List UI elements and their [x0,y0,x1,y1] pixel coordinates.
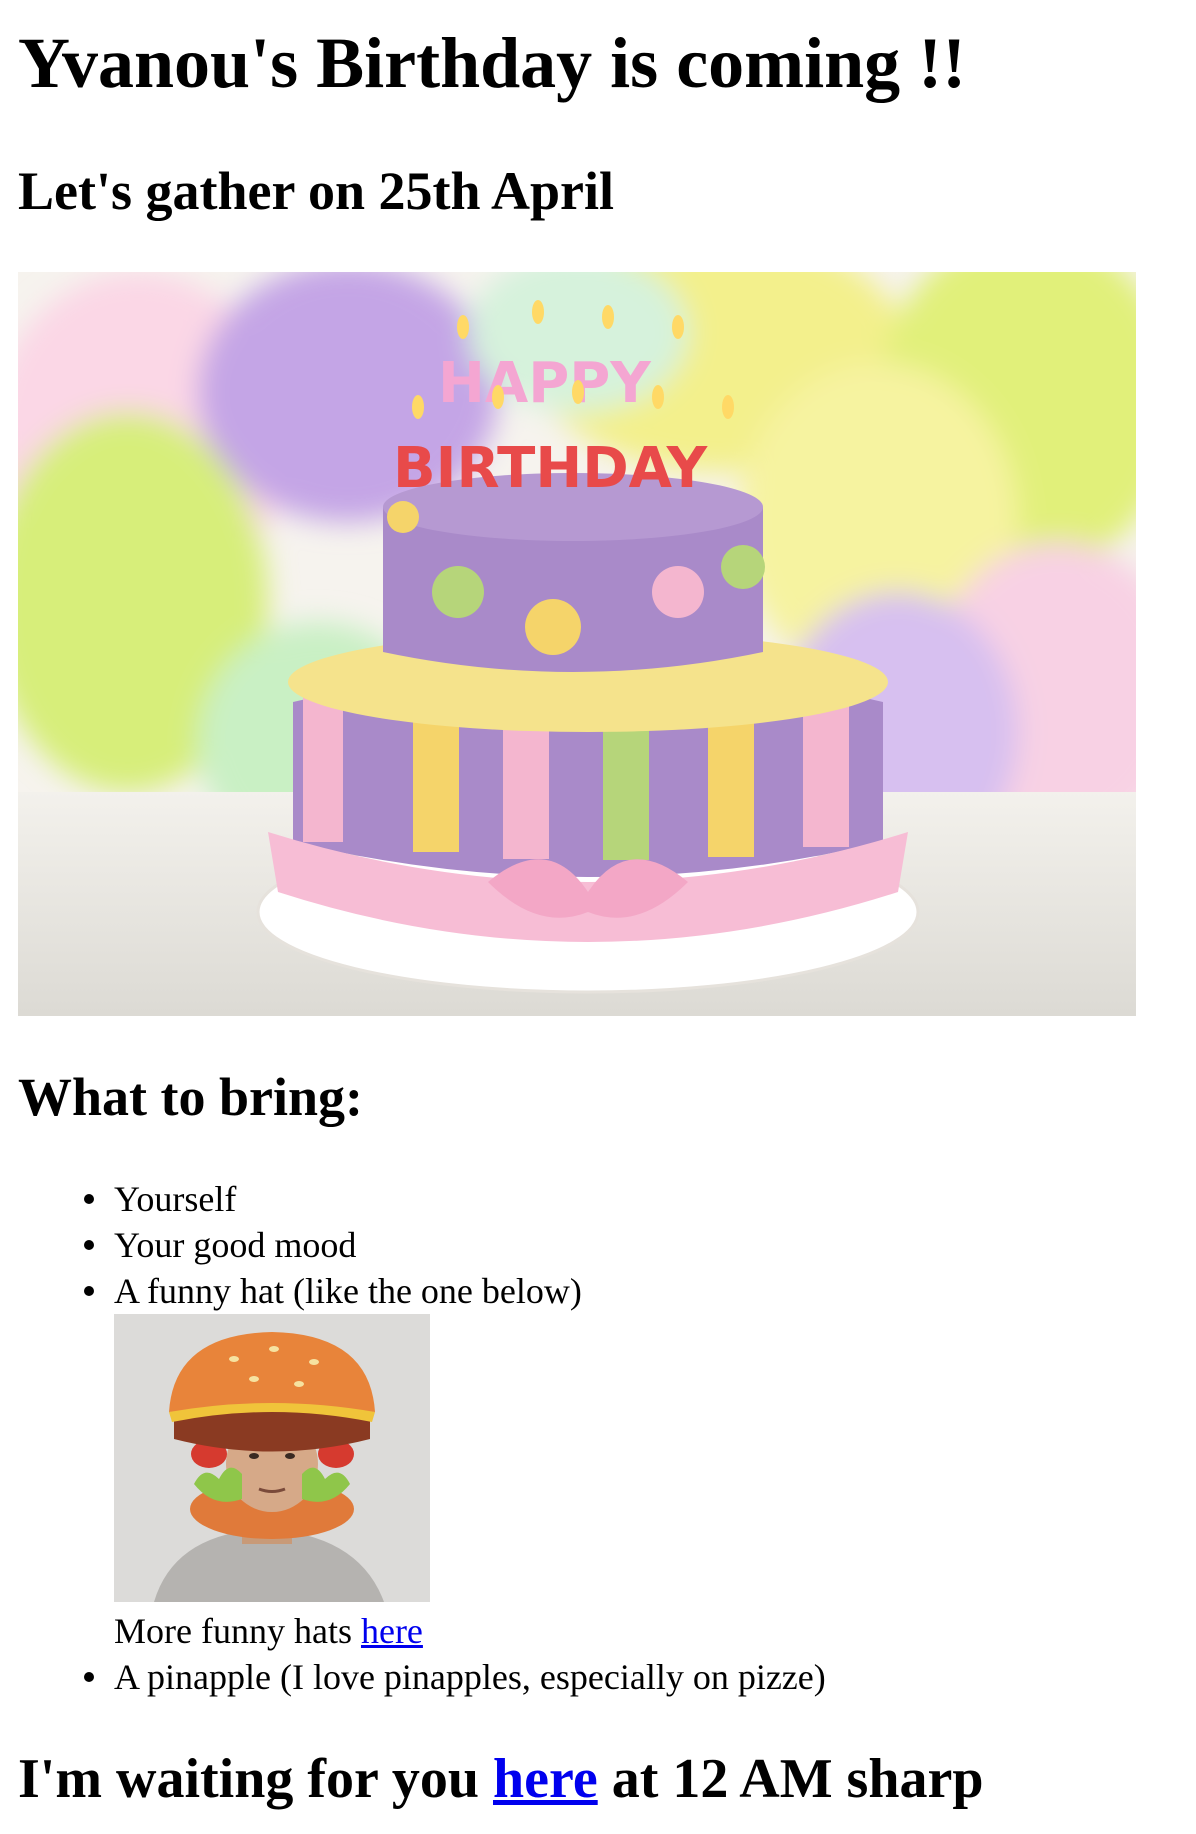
burger-hat-illustration [114,1314,430,1602]
list-item-text: A funny hat (like the one below) [114,1271,582,1311]
list-item-text: A pinapple (I love pinapples, especially… [114,1657,826,1697]
funny-hat-image [114,1314,430,1602]
bullet-icon [84,1194,94,1204]
bullet-icon [84,1240,94,1250]
more-hats-link[interactable]: here [361,1611,423,1651]
list-item: A funny hat (like the one below) More fu… [84,1268,826,1654]
cake-candle-birthday: BIRTHDAY [393,436,709,501]
list-item-text: Yourself [114,1179,237,1219]
birthday-cake-illustration: HAPPY BIRTHDAY [18,272,1136,1016]
list-item-text: Your good mood [114,1225,357,1265]
bring-list: Yourself Your good mood A funny hat (lik… [18,1176,826,1700]
cake-candle-happy: HAPPY [438,351,652,416]
waiting-heading: I'm waiting for you here at 12 AM sharp [18,1744,984,1814]
more-hats-line: More funny hats here [114,1608,826,1654]
waiting-suffix: at 12 AM sharp [597,1748,984,1810]
birthday-cake-image: HAPPY BIRTHDAY [18,272,1136,1016]
list-item: Yourself [84,1176,826,1222]
location-link[interactable]: here [493,1748,598,1810]
list-item: A pinapple (I love pinapples, especially… [84,1654,826,1700]
page-title: Yvanou's Birthday is coming !! [18,23,967,103]
bullet-icon [84,1286,94,1296]
list-item: Your good mood [84,1222,826,1268]
what-to-bring-heading: What to bring: [18,1067,364,1127]
more-hats-text: More funny hats [114,1611,361,1651]
bullet-icon [84,1672,94,1682]
event-date-heading: Let's gather on 25th April [18,161,615,221]
waiting-prefix: I'm waiting for you [18,1748,493,1810]
